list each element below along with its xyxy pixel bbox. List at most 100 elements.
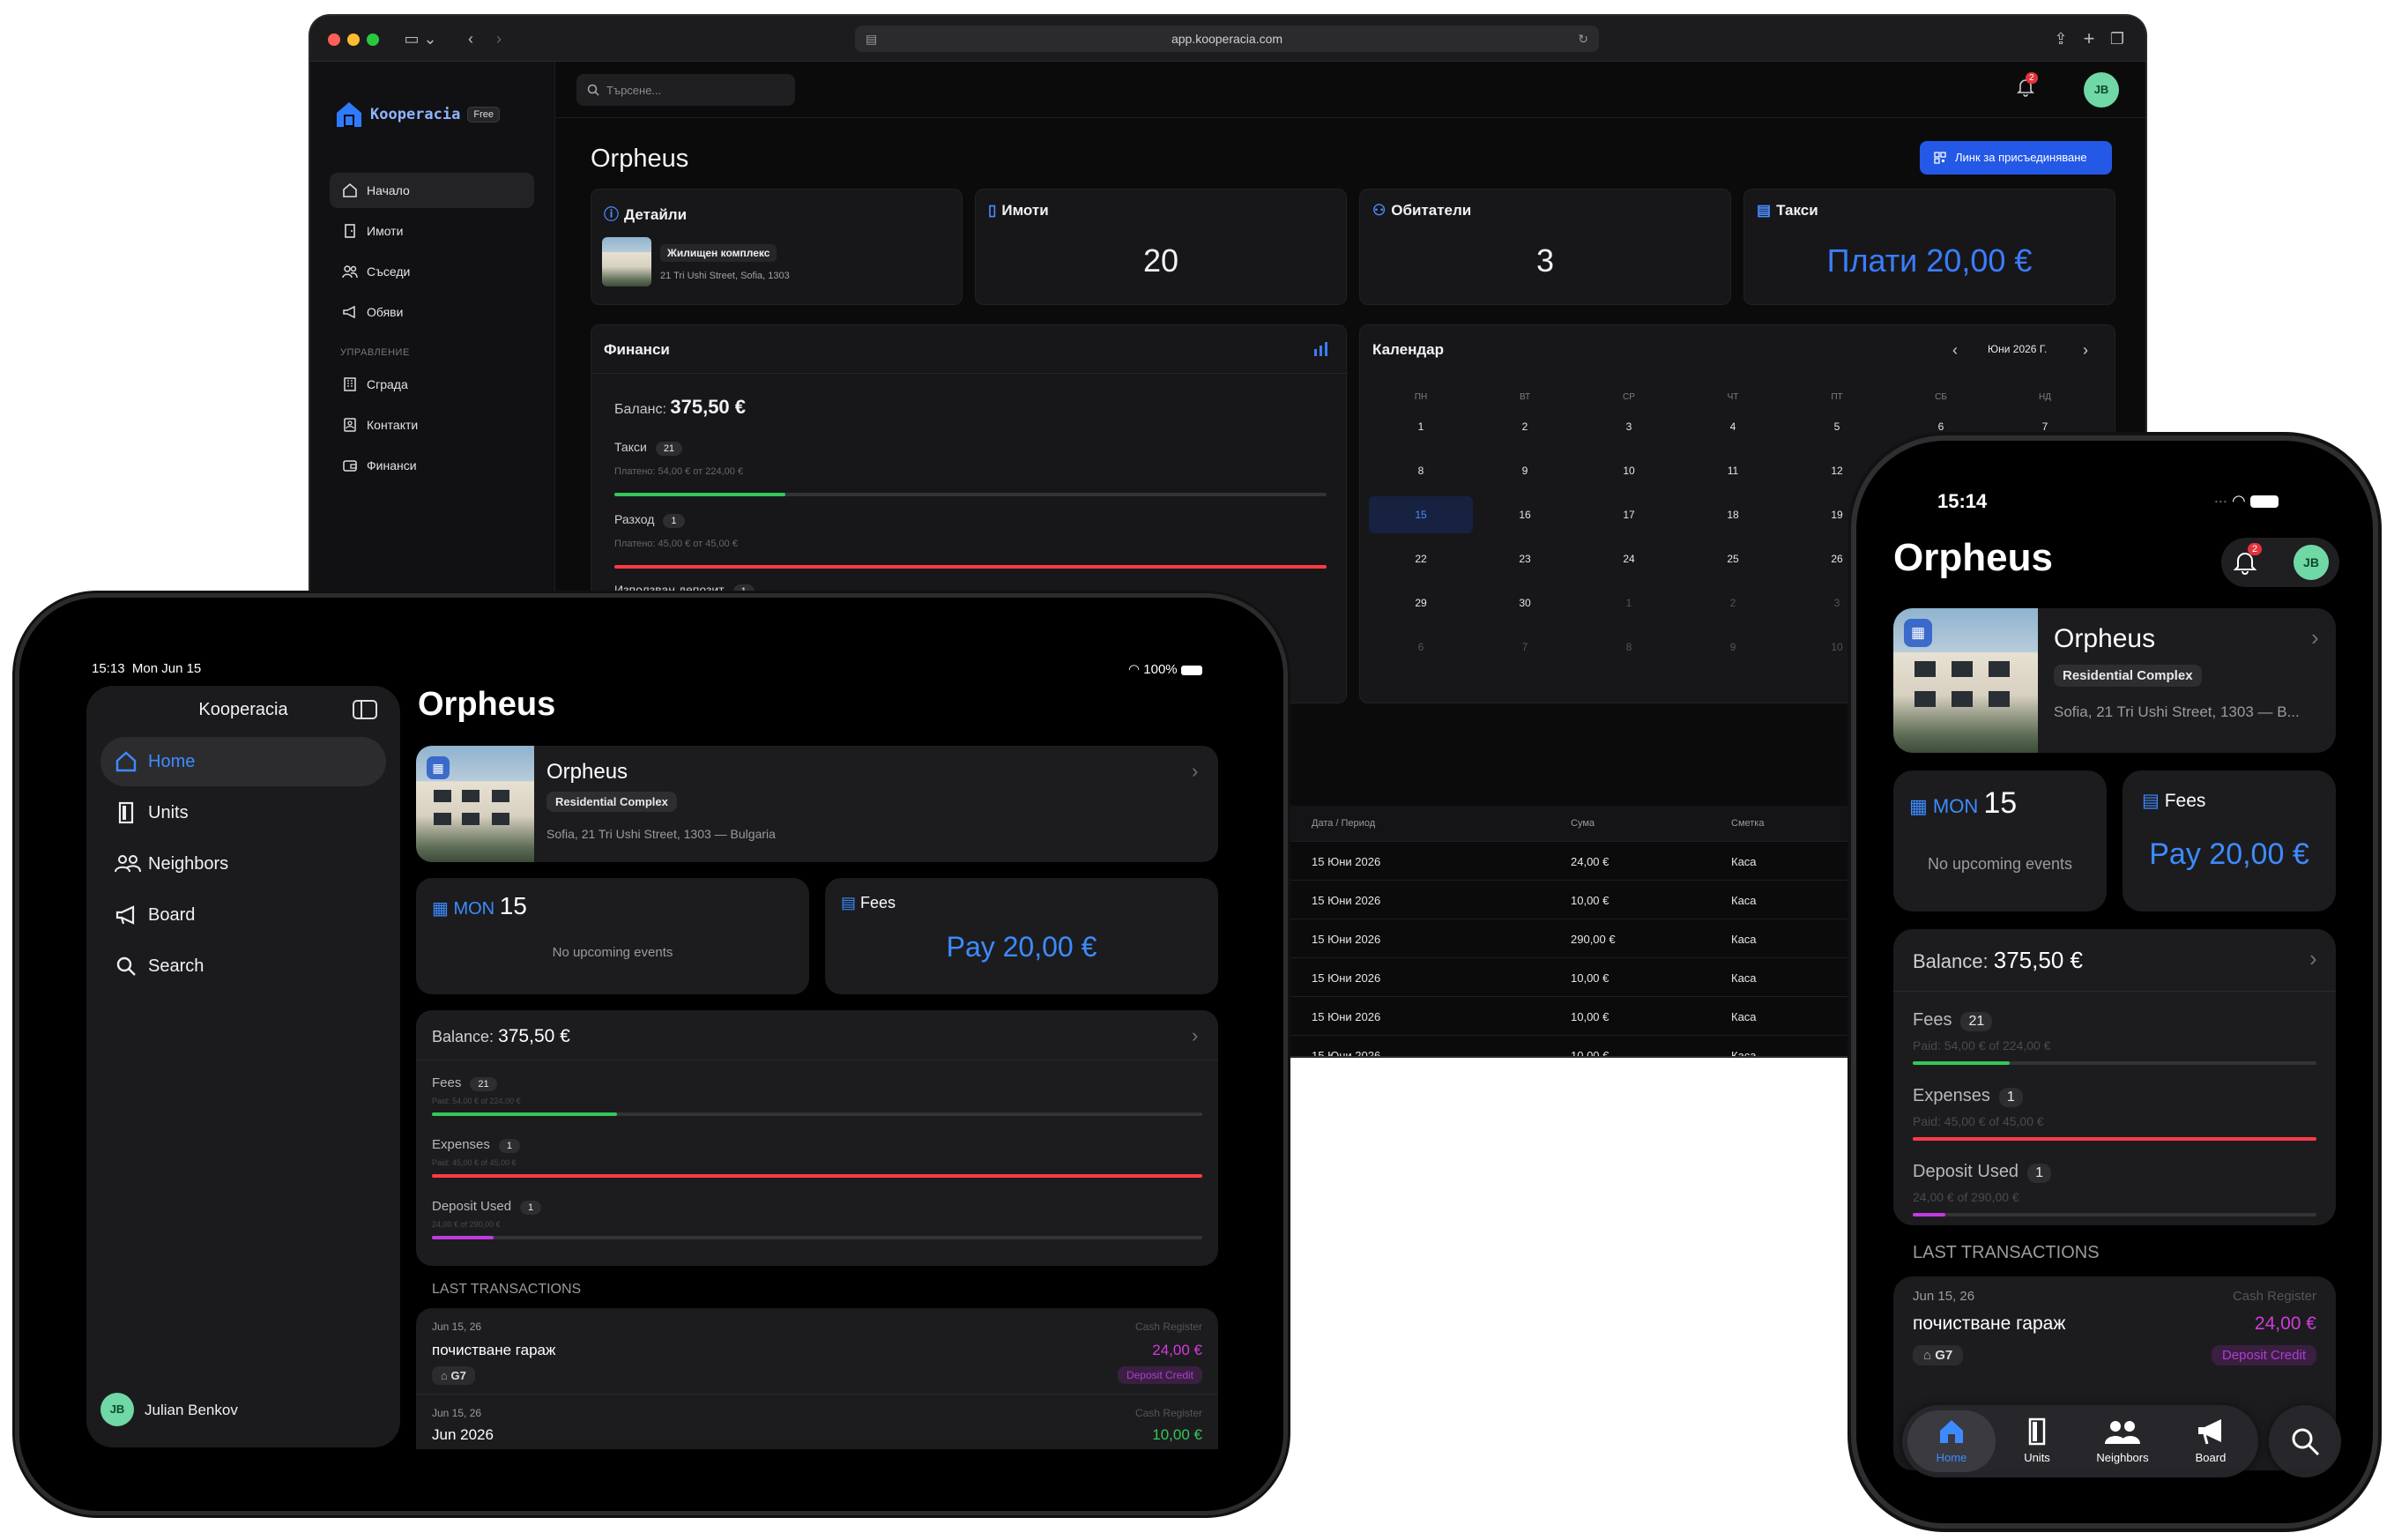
table-row[interactable]: 15 Юни 2026 10,00 € Каса [1290, 957, 1907, 996]
table-row[interactable]: 15 Юни 2026 24,00 € Каса [1290, 841, 1907, 880]
table-row[interactable]: 15 Юни 2026 10,00 € Каса [1290, 996, 1907, 1035]
calendar-day[interactable]: 24 [1577, 540, 1681, 577]
table-row[interactable]: 15 Юни 2026 10,00 € Каса [1290, 880, 1907, 919]
search-icon [587, 84, 599, 96]
table-row[interactable]: 15 Юни 2026 290,00 € Каса [1290, 919, 1907, 957]
avatar[interactable]: JB [2084, 72, 2119, 108]
url-bar[interactable]: ▤ app.kooperacia.com ↻ [855, 26, 1599, 52]
balance-card[interactable]: Balance: 375,50 € › Fees 21 Paid: 54,00 € … [1893, 929, 2336, 1225]
calendar-day[interactable]: 23 [1473, 540, 1577, 577]
calendar-day[interactable]: 3 [1577, 408, 1681, 445]
calendar-day[interactable]: 8 [1577, 629, 1681, 666]
tab-units[interactable]: Units [1999, 1410, 2075, 1472]
tab-bar: Home Units Neighbors Board [1902, 1405, 2258, 1477]
calendar-day[interactable]: 5 [1785, 408, 1889, 445]
sidebar-toggle-icon[interactable] [353, 700, 377, 719]
balance-card[interactable]: Balance: 375,50 € › Fees 21 Paid: 54,00 € … [416, 1010, 1218, 1266]
tab-board[interactable]: Board [2170, 1410, 2251, 1472]
events-card[interactable]: ▦ MON 15 No upcoming events [416, 878, 809, 994]
tablet-nav-board[interactable]: Board [100, 890, 386, 940]
calendar-day[interactable]: 30 [1473, 584, 1577, 621]
calendar-day[interactable]: 9 [1473, 452, 1577, 489]
calendar-day[interactable]: 2 [1473, 408, 1577, 445]
events-card[interactable]: ▦ MON 15 No upcoming events [1893, 770, 2107, 911]
card-title: ▤ Такси [1757, 202, 1818, 219]
new-tab-icon[interactable]: + [2077, 26, 2101, 51]
back-icon[interactable]: ‹ [458, 26, 483, 51]
share-icon[interactable]: ⇪ [2048, 26, 2073, 51]
search-input[interactable]: Търсене... [576, 74, 795, 106]
calendar-day[interactable]: 11 [1681, 452, 1785, 489]
calendar-day[interactable]: 6 [1369, 629, 1473, 666]
calendar-day[interactable]: 10 [1577, 452, 1681, 489]
building-card[interactable]: ▦ Orpheus Residential Complex Sofia, 21 … [1893, 608, 2336, 753]
calendar-day[interactable]: 22 [1369, 540, 1473, 577]
receipt-icon: ▤ [2142, 791, 2160, 811]
table-row[interactable]: 15 Юни 2026 10,00 € Каса [1290, 1035, 1907, 1056]
tablet-nav-units[interactable]: Units [100, 788, 386, 837]
calendar-day[interactable]: 16 [1473, 496, 1577, 533]
prev-month-icon[interactable]: ‹ [1952, 341, 1958, 360]
transaction-item[interactable]: Jun 15, 26 Cash Register почистване гара… [416, 1308, 1218, 1395]
calendar-month: Юни 2026 Г. [1988, 343, 2048, 355]
calendar-day[interactable]: 7 [1993, 408, 2097, 445]
web-nav-neighbors[interactable]: Съседи [330, 254, 534, 289]
calendar-day[interactable]: 2 [1681, 584, 1785, 621]
avatar[interactable]: JB [2294, 545, 2329, 580]
calendar-day[interactable]: 6 [1889, 408, 1993, 445]
residents-card[interactable]: ⚇ Обитатели 3 [1359, 189, 1731, 305]
calendar-day[interactable]: 7 [1473, 629, 1577, 666]
web-nav-units[interactable]: Имоти [330, 213, 534, 249]
calendar-day[interactable]: 1 [1369, 408, 1473, 445]
calendar-day[interactable]: 9 [1681, 629, 1785, 666]
weekday-label: СР [1623, 392, 1635, 402]
web-nav-board[interactable]: Обяви [330, 294, 534, 330]
expense-progress [614, 565, 1327, 569]
fees-card[interactable]: ▤ Такси Плати 20,00 € [1743, 189, 2115, 305]
page-settings-icon[interactable]: ▤ [866, 26, 877, 52]
calendar-day[interactable]: 29 [1369, 584, 1473, 621]
web-nav-finance[interactable]: Финанси [330, 448, 534, 483]
tablet-nav-neighbors[interactable]: Neighbors [100, 839, 386, 889]
calendar-day[interactable]: 18 [1681, 496, 1785, 533]
calendar-day[interactable]: 25 [1681, 540, 1785, 577]
tab-neighbors[interactable]: Neighbors [2075, 1410, 2170, 1472]
building-card[interactable]: ▦ Orpheus Residential Complex Sofia, 21 … [416, 746, 1218, 862]
tablet-nav-search[interactable]: Search [100, 941, 386, 991]
transaction-item[interactable]: Jun 15, 26 Cash Register Jun 2026 10,00 … [416, 1395, 1218, 1449]
web-nav-home[interactable]: Начало [330, 173, 534, 208]
page-title: Orpheus [418, 686, 556, 723]
web-nav-contacts[interactable]: Контакти [330, 407, 534, 443]
fees-card[interactable]: ▤ Fees Pay 20,00 € [825, 878, 1218, 994]
reload-icon[interactable]: ↻ [1578, 26, 1588, 52]
chart-bar-icon[interactable] [1312, 341, 1330, 357]
tab-overview-icon[interactable]: ❐ [2105, 26, 2130, 51]
avatar[interactable]: JB [100, 1393, 134, 1426]
fees-header: ▤ Fees [841, 894, 896, 911]
calendar-day[interactable]: 4 [1681, 408, 1785, 445]
tablet-nav-home[interactable]: Home [100, 737, 386, 786]
fees-card[interactable]: ▤ Fees Pay 20,00 € [2123, 770, 2336, 911]
web-nav-building[interactable]: Сграда [330, 367, 534, 402]
calendar-day[interactable]: 1 [1577, 584, 1681, 621]
minimize-window-button[interactable] [347, 33, 360, 46]
calendar-day[interactable]: 17 [1577, 496, 1681, 533]
search-button[interactable] [2269, 1405, 2341, 1477]
calendar-day[interactable]: 15 [1369, 496, 1473, 533]
notifications-button[interactable]: 2 [2233, 543, 2263, 579]
tab-home[interactable]: Home [1907, 1410, 1996, 1472]
user-name[interactable]: Julian Benkov [145, 1402, 238, 1419]
close-window-button[interactable] [328, 33, 340, 46]
details-card[interactable]: ⓘ Детайли Жилищен комплекс 21 Tri Ushi St… [591, 189, 963, 305]
zoom-window-button[interactable] [367, 33, 379, 46]
notifications-button[interactable]: 2 [2017, 72, 2038, 101]
calendar-day[interactable]: 8 [1369, 452, 1473, 489]
units-card[interactable]: ▯ Имоти 20 [975, 189, 1347, 305]
sidebar-toggle-icon[interactable]: ▭ ⌄ [395, 26, 446, 51]
table-cell: 24,00 € [1571, 855, 1610, 868]
home-icon [1940, 1420, 1963, 1443]
join-link-button[interactable]: Линк за присъединяване [1920, 141, 2112, 175]
brand-logo[interactable]: Kooperacia Free [333, 99, 500, 130]
forward-icon[interactable]: › [487, 26, 511, 51]
next-month-icon[interactable]: › [2083, 341, 2088, 360]
